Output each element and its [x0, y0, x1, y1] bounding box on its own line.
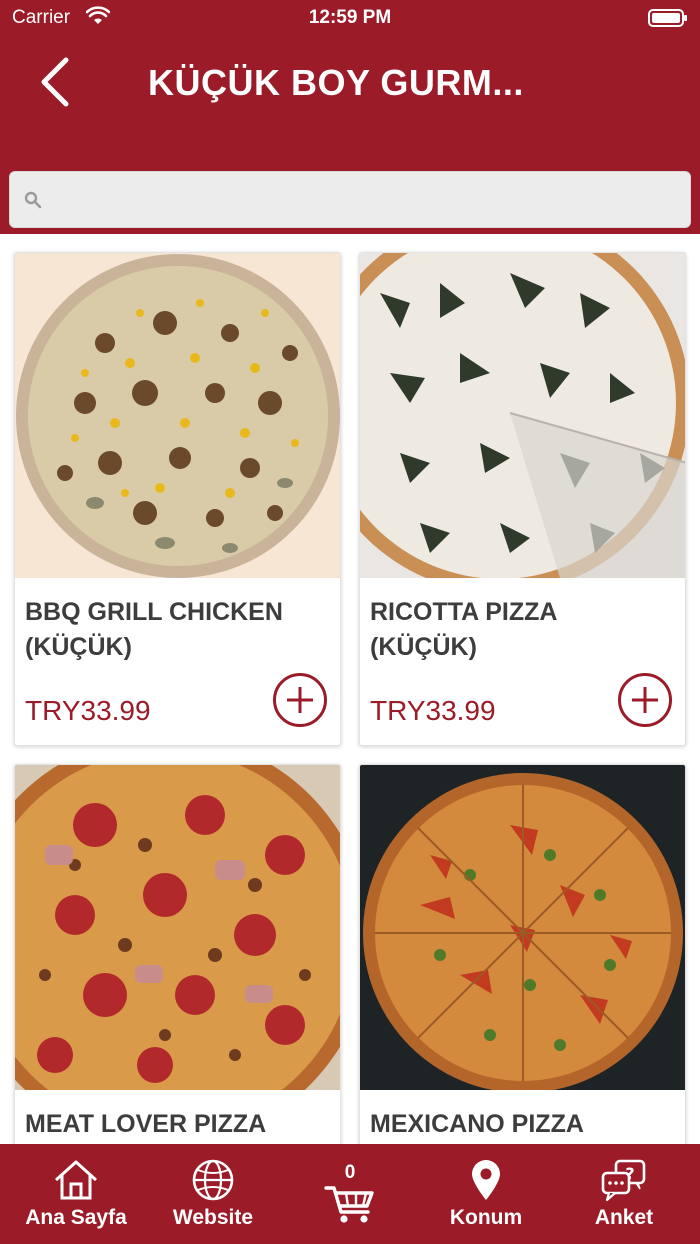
product-image — [15, 765, 340, 1090]
add-to-cart-button[interactable] — [618, 673, 672, 727]
tab-location[interactable]: Konum — [430, 1144, 542, 1244]
tab-label: Anket — [594, 1206, 654, 1229]
home-icon — [54, 1160, 98, 1200]
page-title: KÜÇÜK BOY GURM... — [148, 62, 524, 103]
navigation-bar: KÜÇÜK BOY GURM... — [0, 50, 700, 116]
location-pin-icon — [472, 1160, 500, 1200]
status-bar: Carrier 12:59 PM — [0, 0, 700, 36]
search-input[interactable] — [54, 172, 674, 227]
bottom-tab-bar: Ana Sayfa Website 0 Konum ? Anket — [0, 1144, 700, 1244]
tab-label: Ana Sayfa — [25, 1206, 127, 1229]
product-name: MEXICANO PIZZA — [370, 1110, 584, 1138]
product-card[interactable]: BBQ GRILL CHICKEN (KÜÇÜK) TRY33.99 — [14, 252, 341, 746]
tab-home[interactable]: Ana Sayfa — [10, 1144, 142, 1244]
product-card[interactable]: MEXICANO PIZZA — [359, 764, 686, 1144]
survey-chat-icon: ? — [601, 1159, 646, 1202]
product-image — [15, 253, 340, 578]
battery-icon — [648, 9, 687, 27]
back-button[interactable] — [30, 52, 82, 112]
product-name: RICOTTA PIZZA (KÜÇÜK) — [370, 598, 557, 661]
globe-icon — [192, 1159, 234, 1201]
product-price: TRY33.99 — [370, 695, 496, 726]
tab-label: Konum — [449, 1206, 523, 1229]
tab-label: Website — [172, 1206, 254, 1229]
plus-icon — [632, 687, 658, 713]
search-icon — [24, 191, 42, 209]
tab-survey[interactable]: ? Anket — [572, 1144, 676, 1244]
product-image — [360, 765, 685, 1090]
product-name: MEAT LOVER PIZZA — [25, 1110, 267, 1138]
search-bar[interactable] — [9, 171, 691, 228]
tab-cart[interactable]: 0 — [296, 1144, 404, 1244]
chevron-left-icon — [41, 57, 69, 107]
tab-website[interactable]: Website — [152, 1144, 274, 1244]
cart-icon — [324, 1186, 374, 1223]
product-card[interactable]: RICOTTA PIZZA (KÜÇÜK) TRY33.99 — [359, 252, 686, 746]
product-card[interactable]: MEAT LOVER PIZZA — [14, 764, 341, 1144]
cart-count-badge: 0 — [344, 1162, 356, 1183]
add-to-cart-button[interactable] — [273, 673, 327, 727]
product-name: BBQ GRILL CHICKEN (KÜÇÜK) — [25, 598, 283, 661]
plus-icon — [287, 687, 313, 713]
product-price: TRY33.99 — [25, 695, 151, 726]
status-time: 12:59 PM — [308, 7, 392, 28]
app-header: Carrier 12:59 PM KÜÇÜK BOY GURM... — [0, 0, 700, 234]
product-image — [360, 253, 685, 578]
product-grid: BBQ GRILL CHICKEN (KÜÇÜK) TRY33.99 RICOT… — [0, 234, 700, 1144]
